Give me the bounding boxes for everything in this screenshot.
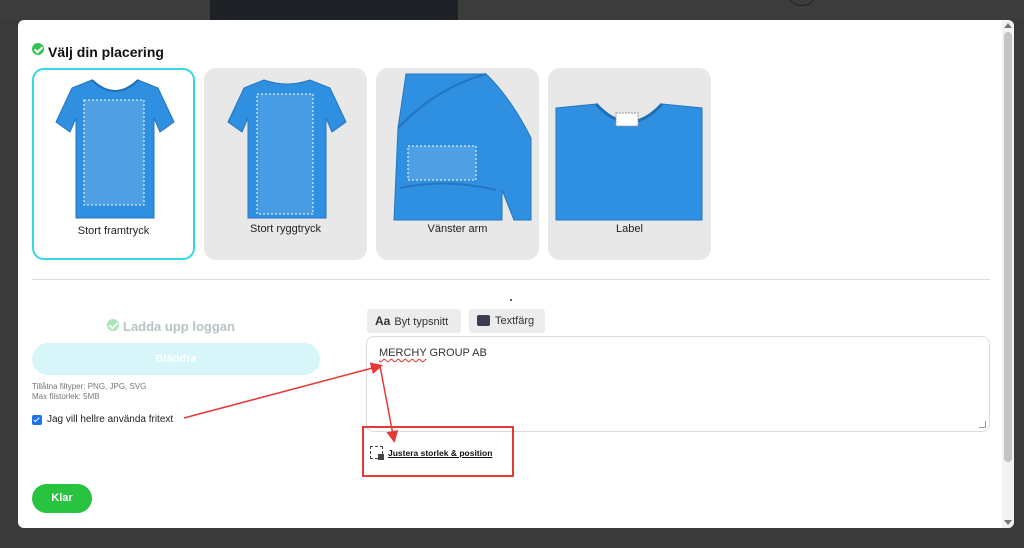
scroll-thumb[interactable] bbox=[1004, 32, 1012, 462]
scroll-down-arrow-icon[interactable] bbox=[1004, 520, 1012, 525]
placement-option-left-arm[interactable]: Vänster arm bbox=[376, 68, 539, 260]
scroll-up-arrow-icon[interactable] bbox=[1004, 23, 1012, 28]
placement-option-front[interactable]: Stort framtryck bbox=[32, 68, 195, 260]
adjust-size-position-link[interactable]: Justera storlek & position bbox=[388, 448, 492, 458]
background-product-image bbox=[210, 0, 458, 20]
text-color-swatch bbox=[477, 314, 490, 326]
misspelled-word: MERCHY bbox=[379, 347, 427, 359]
text-color-button[interactable]: Textfärg bbox=[469, 309, 545, 333]
change-font-button[interactable]: Aa Byt typsnitt bbox=[367, 309, 461, 333]
placement-option-label: Label bbox=[616, 223, 643, 235]
placement-option-back[interactable]: Stort ryggtryck bbox=[204, 68, 367, 260]
check-circle-icon bbox=[32, 43, 44, 55]
placement-option-label: Stort framtryck bbox=[77, 225, 150, 237]
textarea-resize-handle[interactable] bbox=[979, 421, 986, 428]
placement-modal: Välj din placering Stort framtryck Stort… bbox=[18, 20, 1014, 528]
file-requirements: Tillåtna filtyper: PNG, JPG, SVG Max fil… bbox=[32, 382, 146, 402]
change-font-label: Byt typsnitt bbox=[394, 316, 449, 328]
freetext-checkbox-label[interactable]: Jag vill hellre använda fritext bbox=[47, 414, 173, 425]
page-background bbox=[0, 0, 1024, 20]
resize-position-icon[interactable] bbox=[370, 446, 384, 460]
modal-scrollbar[interactable] bbox=[1002, 20, 1014, 528]
check-circle-icon bbox=[107, 319, 119, 331]
placement-option-label: Vänster arm bbox=[427, 223, 488, 235]
section-divider bbox=[32, 279, 990, 280]
browse-button[interactable]: Bläddra bbox=[32, 343, 320, 375]
done-button[interactable]: Klar bbox=[32, 484, 92, 513]
freetext-textarea[interactable]: MERCHY GROUP AB bbox=[366, 336, 990, 432]
placement-option-label: Stort ryggtryck bbox=[250, 223, 321, 235]
placement-option-label-tag[interactable]: Label bbox=[548, 68, 711, 260]
text-color-label: Textfärg bbox=[495, 315, 535, 327]
placement-title: Välj din placering bbox=[48, 44, 164, 60]
allowed-filetypes-text: Tillåtna filtyper: PNG, JPG, SVG bbox=[32, 382, 147, 391]
stray-dot bbox=[510, 299, 512, 301]
upload-logo-title: Ladda upp loggan bbox=[123, 319, 235, 334]
freetext-checkbox[interactable] bbox=[32, 415, 42, 425]
max-filesize-text: Max filstorlek: 5MB bbox=[32, 392, 100, 401]
textarea-value: GROUP AB bbox=[426, 347, 487, 359]
font-aa-icon: Aa bbox=[375, 314, 391, 328]
